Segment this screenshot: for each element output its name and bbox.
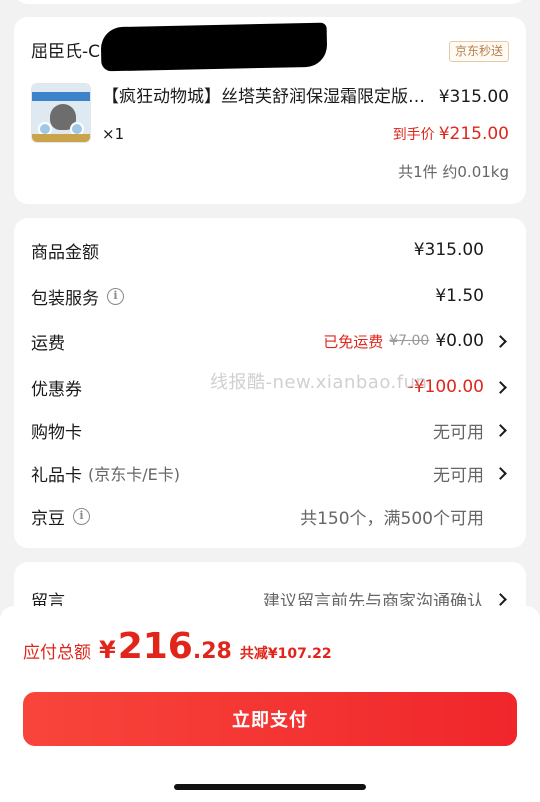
shopping-card-right: 无可用 (433, 418, 509, 443)
shopping-card-row[interactable]: 购物卡 无可用 (31, 415, 509, 445)
previous-card-stub (14, 0, 526, 4)
shop-row: 屈臣氏-C 京东秒送 (31, 22, 509, 72)
gift-card-right: 无可用 (433, 461, 509, 486)
shipping-label: 运费 (31, 333, 65, 354)
product-card: 屈臣氏-C 京东秒送 【疯狂动物城】丝塔芙舒润保湿霜限定版… ×1 ¥315.0… (14, 17, 526, 204)
product-quantity: ×1 (102, 125, 125, 143)
watermark: 线报酷-new.xianbao.fun (210, 372, 428, 393)
goods-amount-row: 商品金额 ¥315.00 (31, 235, 509, 265)
final-price: 到手价 ¥215.00 (393, 122, 509, 147)
info-icon[interactable]: i (73, 507, 90, 525)
total-amount-integer: 216 (117, 626, 193, 667)
goods-amount-label: 商品金额 (31, 242, 99, 263)
shopping-card-value: 无可用 (433, 422, 484, 443)
gift-card-label: 礼品卡 (31, 465, 82, 486)
goods-amount-value: ¥315.00 (413, 240, 484, 260)
home-indicator (174, 784, 366, 790)
redaction-mark (100, 22, 328, 72)
product-thumbnail[interactable] (31, 83, 91, 143)
gift-card-value: 无可用 (433, 465, 484, 486)
info-icon[interactable]: i (107, 287, 124, 305)
jingdou-row: 京豆 i 共150个，满500个可用 (31, 501, 509, 531)
jingdou-label: 京豆 (31, 508, 65, 529)
product-price: ¥315.00 (438, 87, 509, 107)
total-row: 应付总额 ¥ 216 .28 共减¥107.22 (23, 626, 332, 667)
chevron-right-icon (494, 466, 507, 480)
delivery-badge: 京东秒送 (448, 41, 509, 62)
total-currency: ¥ (99, 636, 116, 664)
shipping-right: 已免运费 ¥7.00 ¥0.00 (323, 331, 509, 352)
packaging-row: 包装服务 i ¥1.50 (31, 281, 509, 311)
shipping-row[interactable]: 运费 已免运费 ¥7.00 ¥0.00 (31, 326, 509, 356)
shipping-value: ¥0.00 (435, 331, 484, 351)
total-amount-decimal: .28 (192, 639, 232, 664)
free-shipping-tag: 已免运费 (323, 332, 384, 351)
gift-card-sublabel: (京东卡/E卡) (88, 465, 180, 484)
shopping-card-label: 购物卡 (31, 422, 82, 443)
shop-name[interactable]: 屈臣氏-C (31, 42, 100, 62)
gift-card-row[interactable]: 礼品卡 (京东卡/E卡) 无可用 (31, 458, 509, 488)
checkout-bar: 应付总额 ¥ 216 .28 共减¥107.22 立即支付 (0, 606, 540, 802)
jingdou-value: 共150个，满500个可用 (300, 508, 484, 529)
order-summary: 共1件 约0.01kg (398, 163, 509, 181)
chevron-right-icon (494, 334, 507, 348)
pay-now-button[interactable]: 立即支付 (23, 692, 517, 746)
chevron-right-icon (494, 380, 507, 394)
total-discount: 共减¥107.22 (239, 646, 332, 662)
packaging-value: ¥1.50 (435, 286, 484, 306)
packaging-label: 包装服务 (31, 288, 99, 309)
product-title[interactable]: 【疯狂动物城】丝塔芙舒润保湿霜限定版… (102, 85, 428, 109)
chevron-right-icon (494, 592, 507, 606)
final-price-label: 到手价 (392, 127, 435, 143)
total-label: 应付总额 (23, 643, 91, 663)
shipping-original-fee: ¥7.00 (389, 333, 430, 349)
coupon-label: 优惠券 (31, 379, 82, 400)
final-price-value: ¥215.00 (438, 124, 509, 144)
chevron-right-icon (494, 423, 507, 437)
